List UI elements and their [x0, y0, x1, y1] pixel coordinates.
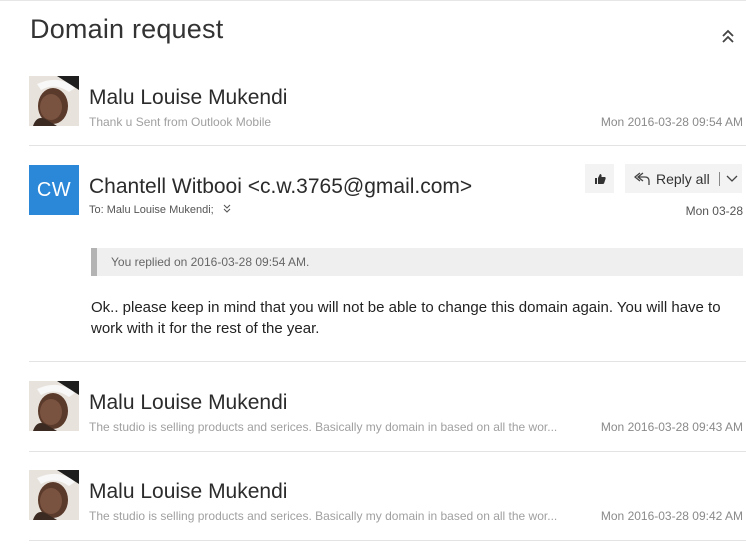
avatar-initials: CW — [29, 165, 79, 215]
collapse-thread-button[interactable] — [716, 24, 740, 48]
divider — [29, 361, 746, 362]
chevron-down-icon[interactable] — [726, 175, 738, 183]
sender-name: Malu Louise Mukendi — [89, 480, 288, 503]
avatar — [29, 381, 79, 431]
recipients-text: To: Malu Louise Mukendi; — [89, 204, 214, 216]
reply-all-label: Reply all — [656, 170, 710, 187]
message-body: Ok.. please keep in mind that you will n… — [91, 299, 721, 337]
message-date: Mon 2016-03-28 09:43 AM — [600, 420, 743, 434]
sender-name: Malu Louise Mukendi — [89, 391, 288, 414]
thread-title: Domain request — [30, 14, 224, 44]
divider — [29, 451, 746, 452]
collapse-up-icon — [722, 29, 734, 43]
message-date: Mon 03-28 — [685, 204, 743, 218]
message-preview: Thank u Sent from Outlook Mobile — [89, 115, 272, 129]
replied-notice: You replied on 2016-03-28 09:54 AM. — [91, 248, 743, 276]
recipients-line[interactable]: To: Malu Louise Mukendi; — [89, 204, 231, 216]
message-preview: The studio is selling products and seric… — [89, 420, 558, 434]
reply-all-icon — [634, 171, 650, 186]
reply-all-button[interactable]: Reply all — [625, 164, 742, 193]
message-date: Mon 2016-03-28 09:54 AM — [600, 115, 743, 129]
avatar — [29, 76, 79, 126]
button-separator — [718, 171, 720, 186]
top-border — [0, 0, 746, 1]
sender-name: Chantell Witbooi <c.w.3765@gmail.com> — [89, 175, 473, 198]
avatar — [29, 470, 79, 520]
message-date: Mon 2016-03-28 09:42 AM — [600, 509, 743, 523]
sender-name: Malu Louise Mukendi — [89, 86, 288, 109]
message-preview: The studio is selling products and seric… — [89, 509, 558, 523]
divider — [29, 540, 746, 541]
divider — [29, 145, 746, 146]
like-button[interactable] — [585, 164, 614, 193]
expand-recipients-icon[interactable] — [223, 204, 231, 216]
like-icon — [594, 173, 606, 184]
